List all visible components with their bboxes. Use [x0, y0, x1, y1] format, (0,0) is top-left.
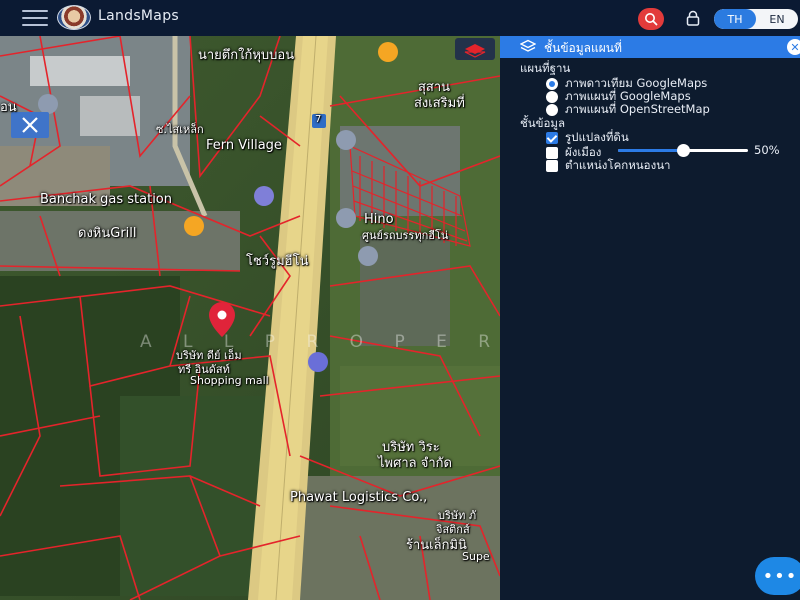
map-label: ส่งเสริมที่: [414, 96, 465, 111]
hamburger-menu-icon[interactable]: [22, 10, 48, 26]
map-canvas[interactable]: นายตึกใก้หุบบอน สุสาน ส่งเสริมที่ อน ซ.ไ…: [0, 36, 500, 600]
map-label: โชว์รูมฮีโน่: [246, 254, 309, 269]
road-number: 7: [315, 114, 322, 125]
close-map-tool-icon: [22, 117, 38, 133]
map-label: Supe: [462, 550, 490, 563]
checkbox[interactable]: [546, 132, 558, 144]
opacity-slider[interactable]: [618, 144, 748, 157]
close-icon[interactable]: ✕: [787, 39, 800, 55]
map-label: Phawat Logistics Co.,: [290, 490, 428, 505]
lang-en-option[interactable]: EN: [756, 9, 798, 29]
map-label: ร้านเล็กมินิ: [406, 538, 467, 553]
opacity-slider-fill: [618, 149, 683, 152]
map-label: Shopping mall: [190, 374, 269, 387]
layers-icon: [464, 44, 486, 58]
checkbox[interactable]: [546, 160, 558, 172]
app-title: LandsMaps: [98, 8, 179, 24]
more-icon: •••: [762, 565, 798, 587]
layers-icon: [520, 39, 536, 52]
map-label: นายตึกใก้หุบบอน: [198, 48, 295, 63]
panel-header: ชั้นข้อมูลแผนที่ ✕: [500, 36, 800, 58]
layer-label: ตำแหน่งโคกหนองนา: [565, 158, 671, 172]
map-layer-button[interactable]: [455, 38, 495, 60]
search-icon: [645, 13, 658, 26]
map-label: Fern Village: [206, 138, 282, 153]
search-button[interactable]: [638, 8, 664, 30]
watermark: A L L P R O P E R T Y: [140, 332, 500, 352]
lock-icon: [686, 10, 700, 26]
opacity-value: 50%: [754, 143, 780, 157]
basemap-option-openstreetmap[interactable]: ภาพแผนที่ OpenStreetMap: [546, 101, 710, 119]
map-label: Hino: [364, 212, 394, 227]
map-label: ดงหินGrill: [78, 226, 137, 241]
language-toggle[interactable]: TH EN: [714, 9, 798, 29]
map-label: Banchak gas station: [40, 192, 172, 207]
satellite-imagery: [0, 36, 500, 600]
map-label: ซ.ไสเหล็ก: [156, 123, 204, 136]
panel-title: ชั้นข้อมูลแผนที่: [544, 41, 622, 55]
map-label: ศูนย์รถบรรทุกฮีโน่: [362, 229, 449, 242]
map-layer-panel: ชั้นข้อมูลแผนที่ ✕ แผนที่ฐาน ภาพดาวเทียม…: [500, 36, 800, 600]
map-label: อน: [0, 100, 17, 115]
layer-option-khok-nong-na[interactable]: ตำแหน่งโคกหนองนา: [546, 157, 671, 175]
basemap-label: ภาพแผนที่ OpenStreetMap: [565, 102, 710, 116]
opacity-slider-thumb[interactable]: [677, 144, 690, 157]
more-button[interactable]: •••: [755, 557, 800, 595]
app-logo[interactable]: [57, 5, 91, 30]
map-label: ไพศาล จำกัด: [378, 456, 452, 471]
login-button[interactable]: [684, 10, 702, 26]
top-bar: LandsMaps TH EN: [0, 0, 800, 36]
app-root: LandsMaps TH EN นายตึกใก้หุบบอน สุสาน ส่…: [0, 0, 800, 600]
lang-th-option[interactable]: TH: [714, 9, 756, 29]
